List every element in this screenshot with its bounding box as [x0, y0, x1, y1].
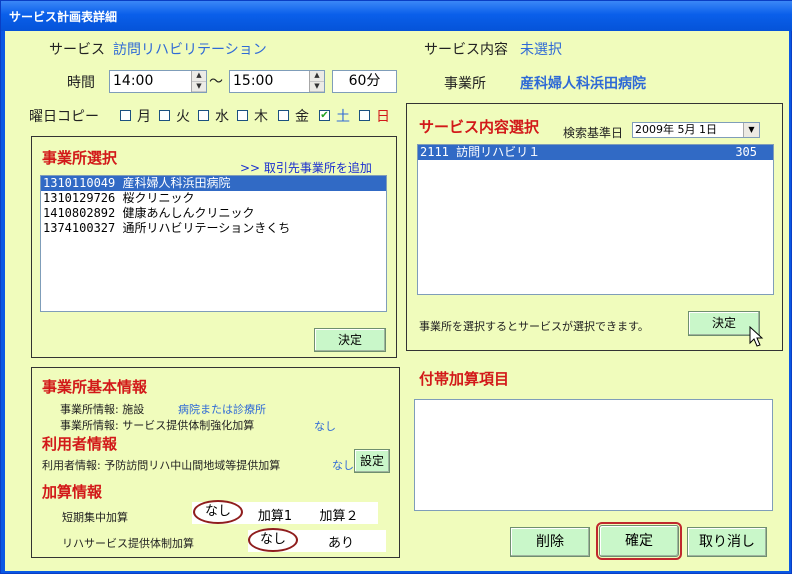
addition-info-heading: 加算情報: [42, 483, 103, 501]
short-term-option-none[interactable]: なし: [193, 500, 243, 524]
service-select-group: サービス内容選択 検索基準日 2009年 5月 1日 ▼ 2111 訪問リハビリ…: [406, 103, 783, 351]
short-term-option-addition1[interactable]: 加算1: [250, 505, 300, 524]
weekday-sat-checkbox[interactable]: ✔: [319, 110, 330, 121]
search-date-value: 2009年 5月 1日: [635, 123, 717, 136]
facility-label: 事業所情報: 施設: [60, 403, 145, 416]
rehab-option-yes[interactable]: あり: [316, 532, 366, 551]
list-item[interactable]: 1310129726 桜クリニック: [41, 191, 386, 206]
delete-button[interactable]: 削除: [510, 527, 590, 557]
service-content-value: 未選択: [520, 42, 562, 58]
service-content-label: サービス内容: [424, 42, 508, 58]
rehab-label: リハサービス提供体制加算: [62, 537, 194, 550]
service-item-name: 2111 訪問リハビリ１: [420, 145, 541, 159]
service-item-units: 305: [735, 145, 757, 159]
office-select-group: 事業所選択 >> 取引先事業所を追加 1310110049 産科婦人科浜田病院 …: [31, 136, 397, 358]
office-listbox[interactable]: 1310110049 産科婦人科浜田病院 1310129726 桜クリニック 1…: [40, 175, 387, 312]
list-item[interactable]: 1310110049 産科婦人科浜田病院: [41, 176, 386, 191]
end-time-value: 15:00: [233, 73, 274, 89]
office-info-group: 事業所基本情報 事業所情報: 施設 病院または診療所 事業所情報: サービス提供…: [31, 367, 400, 558]
user-setting-button[interactable]: 設定: [354, 449, 390, 473]
user-info-heading: 利用者情報: [42, 435, 118, 453]
office-value: 産科婦人科浜田病院: [520, 76, 646, 92]
weekday-sun-label: 日: [376, 109, 390, 125]
search-date-combo[interactable]: 2009年 5月 1日 ▼: [632, 122, 760, 138]
down-arrow-icon[interactable]: ▼: [192, 82, 206, 92]
weekday-wed-label: 水: [215, 109, 229, 125]
user-info-label: 利用者情報: 予防訪問リハ中山間地域等提供加算: [42, 459, 281, 472]
start-time-input[interactable]: 14:00 ▲ ▼: [109, 70, 207, 93]
list-item[interactable]: 2111 訪問リハビリ１ 305: [418, 145, 773, 160]
duration-value: 60分: [348, 73, 381, 89]
search-date-label: 検索基準日: [563, 126, 624, 140]
chevron-down-icon[interactable]: ▼: [743, 123, 759, 137]
facility-value: 病院または診療所: [178, 403, 266, 416]
cancel-button[interactable]: 取り消し: [687, 527, 767, 557]
weekday-wed-checkbox[interactable]: [198, 110, 209, 121]
weekday-sat-label: 土: [336, 109, 350, 125]
incidental-heading: 付帯加算項目: [419, 370, 510, 388]
down-arrow-icon[interactable]: ▼: [310, 82, 324, 92]
client-area: サービス 訪問リハビリテーション サービス内容 未選択 時間 14:00 ▲ ▼ …: [5, 31, 789, 571]
weekday-tue-checkbox[interactable]: [159, 110, 170, 121]
end-time-input[interactable]: 15:00 ▲ ▼: [229, 70, 325, 93]
list-item[interactable]: 1410802892 健康あんしんクリニック: [41, 206, 386, 221]
office-decide-button[interactable]: 決定: [314, 328, 386, 352]
rehab-option-none[interactable]: なし: [248, 528, 298, 552]
duration-field: 60分: [332, 70, 397, 93]
up-arrow-icon[interactable]: ▲: [192, 71, 206, 82]
weekday-thu-checkbox[interactable]: [237, 110, 248, 121]
confirm-button[interactable]: 確定: [596, 522, 682, 560]
service-value: 訪問リハビリテーション: [113, 42, 267, 58]
office-select-heading: 事業所選択: [42, 149, 118, 167]
user-info-value: なし: [332, 459, 354, 472]
service-hint-text: 事業所を選択するとサービスが選択できます。: [419, 320, 649, 333]
short-term-option-addition2[interactable]: 加算２: [314, 505, 364, 524]
mouse-cursor-icon: [749, 326, 764, 347]
list-item[interactable]: 1374100327 通所リハビリテーションきくち: [41, 221, 386, 236]
strengthen-value: なし: [314, 420, 336, 433]
weekday-thu-label: 木: [254, 109, 268, 125]
start-time-spinner[interactable]: ▲ ▼: [191, 71, 206, 92]
service-label: サービス: [49, 42, 105, 58]
strengthen-label: 事業所情報: サービス提供体制強化加算: [60, 419, 255, 432]
incidental-items-box[interactable]: [414, 399, 773, 511]
weekday-mon-checkbox[interactable]: [120, 110, 131, 121]
weekday-fri-checkbox[interactable]: [278, 110, 289, 121]
office-label: 事業所: [444, 76, 486, 92]
up-arrow-icon[interactable]: ▲: [310, 71, 324, 82]
short-term-label: 短期集中加算: [62, 511, 128, 524]
start-time-value: 14:00: [113, 73, 154, 89]
weekday-mon-label: 月: [137, 109, 151, 125]
service-select-heading: サービス内容選択: [419, 118, 540, 136]
title-bar: サービス計画表詳細: [1, 1, 792, 31]
time-label: 時間: [67, 75, 95, 91]
service-listbox[interactable]: 2111 訪問リハビリ１ 305: [417, 144, 774, 295]
weekday-sun-checkbox[interactable]: [359, 110, 370, 121]
add-client-office-link[interactable]: >> 取引先事業所を追加: [240, 159, 372, 176]
window-title: サービス計画表詳細: [9, 10, 118, 24]
office-info-heading: 事業所基本情報: [42, 378, 148, 396]
service-plan-detail-window: サービス計画表詳細 サービス 訪問リハビリテーション サービス内容 未選択 時間…: [0, 0, 792, 574]
time-range-tilde: ～: [209, 74, 223, 90]
weekday-tue-label: 火: [176, 109, 190, 125]
weekday-fri-label: 金: [295, 109, 309, 125]
end-time-spinner[interactable]: ▲ ▼: [309, 71, 324, 92]
weekday-copy-label: 曜日コピー: [29, 109, 99, 125]
